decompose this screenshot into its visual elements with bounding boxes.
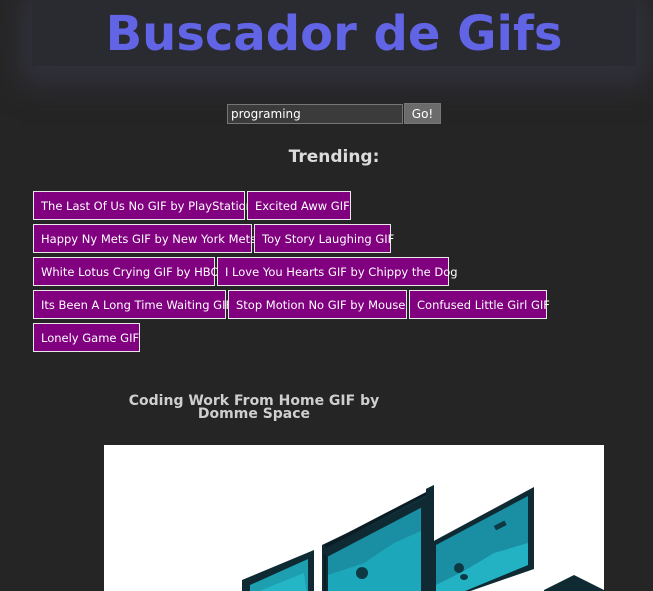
trending-row: Happy Ny Mets GIF by New York Mets Toy S… xyxy=(33,224,593,253)
trending-button[interactable]: Excited Aww GIF xyxy=(247,191,351,220)
trending-list: The Last Of Us No GIF by PlayStation Exc… xyxy=(33,191,593,356)
middle-monitor-dot xyxy=(356,567,368,579)
trending-button[interactable]: Lonely Game GIF xyxy=(33,323,140,352)
search-form: Go! xyxy=(227,103,441,124)
trending-button[interactable]: The Last Of Us No GIF by PlayStation xyxy=(33,191,253,220)
app-title: Buscador de Gifs xyxy=(105,6,563,62)
coding-illustration xyxy=(242,485,604,591)
trending-row: White Lotus Crying GIF by HBO I Love You… xyxy=(33,257,593,286)
mouse-shape xyxy=(544,575,604,591)
trending-button[interactable]: Happy Ny Mets GIF by New York Mets xyxy=(33,224,256,253)
go-button[interactable]: Go! xyxy=(404,103,441,124)
trending-button[interactable]: I Love You Hearts GIF by Chippy the Dog xyxy=(217,257,458,286)
gif-title: Coding Work From Home GIF by Domme Space xyxy=(128,393,380,422)
trending-title: Trending: xyxy=(288,147,380,167)
gif-image[interactable] xyxy=(104,445,604,591)
trending-row: The Last Of Us No GIF by PlayStation Exc… xyxy=(33,191,593,220)
trending-button[interactable]: Stop Motion No GIF by Mouse xyxy=(228,290,407,319)
trending-button[interactable]: Toy Story Laughing GIF xyxy=(254,224,394,253)
trending-row: Lonely Game GIF xyxy=(33,323,593,352)
trending-button[interactable]: Its Been A Long Time Waiting GIF xyxy=(33,290,232,319)
trending-button[interactable]: Confused Little Girl GIF xyxy=(409,290,550,319)
trending-row: Its Been A Long Time Waiting GIF Stop Mo… xyxy=(33,290,593,319)
gif-search-app: Buscador de Gifs Go! Trending: The Last … xyxy=(0,0,653,591)
search-input[interactable] xyxy=(227,103,403,124)
trending-button[interactable]: White Lotus Crying GIF by HBO xyxy=(33,257,220,286)
